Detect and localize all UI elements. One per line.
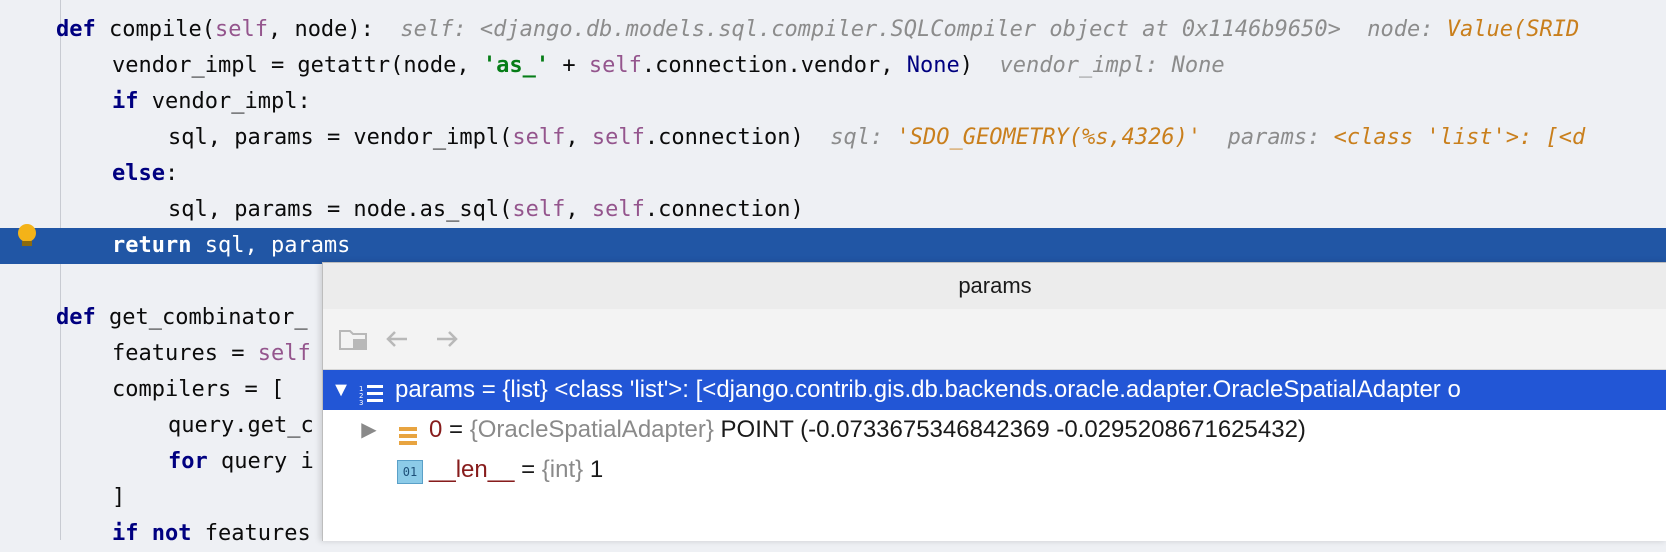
code-token: ,: [565, 125, 592, 150]
code-token: sql, params = vendor_impl(: [168, 125, 513, 150]
code-text: ]: [112, 480, 125, 516]
list-icon: 123: [359, 379, 383, 407]
inline-value-hint: <class 'list'>: [<d: [1333, 125, 1586, 150]
back-arrow-icon[interactable]: [381, 323, 413, 355]
tree-row-label: params = {list} <class 'list'>: [<django…: [395, 376, 1461, 403]
code-token: , node):: [267, 17, 401, 42]
code-token: None: [906, 53, 960, 78]
code-token: .connection.vendor,: [641, 53, 907, 78]
code-token: for: [168, 449, 208, 474]
code-token: ]: [112, 485, 126, 510]
lightbulb-base: [22, 241, 32, 246]
code-text: features = self: [112, 336, 311, 372]
code-line[interactable]: vendor_impl = getattr(node, 'as_' + self…: [0, 48, 1666, 84]
code-token: self: [214, 17, 268, 42]
code-token: self: [588, 53, 642, 78]
popup-toolbar: [323, 309, 1666, 370]
code-token: compile(: [95, 17, 215, 42]
code-token: .connection): [644, 197, 804, 222]
forward-arrow-icon[interactable]: [431, 323, 463, 355]
code-token: .connection): [644, 125, 831, 150]
code-token: self: [512, 125, 566, 150]
code-text: if vendor_impl:: [112, 84, 311, 120]
inline-value-hint: Value(SRID: [1446, 17, 1580, 42]
code-token: +: [549, 53, 589, 78]
code-token: def: [56, 17, 96, 42]
code-text: compilers = [: [112, 372, 284, 408]
code-text: if not features: [112, 516, 311, 552]
svg-text:3: 3: [359, 399, 363, 406]
inline-value-hint: 'SDO_GEOMETRY(%s,4326)': [896, 125, 1202, 150]
code-token: compilers = [: [112, 377, 285, 402]
code-text: return sql, params: [112, 228, 350, 264]
code-token: self: [591, 125, 645, 150]
code-text: for query i: [168, 444, 314, 480]
tree-row-item-0[interactable]: ▶ 0 = {OracleSpatialAdapter} POINT (-0.0…: [323, 410, 1666, 450]
lightbulb-icon[interactable]: [18, 224, 36, 242]
code-token: features =: [112, 341, 258, 366]
execution-line[interactable]: return sql, params: [0, 228, 1666, 264]
code-text: def compile(self, node): self: <django.d…: [56, 12, 1579, 48]
code-token: if not: [112, 521, 192, 546]
code-text: query.get_c: [168, 408, 314, 444]
folder-icon[interactable]: [337, 323, 369, 355]
code-token: features: [191, 521, 311, 546]
object-icon: [397, 420, 419, 445]
inline-value-hint: params:: [1201, 125, 1334, 150]
variable-popup[interactable]: params ▼ 123 params = {list} <class 'lis…: [322, 262, 1666, 541]
code-token: self: [512, 197, 566, 222]
code-token: get_combinator_: [95, 305, 308, 330]
tree-row-label: 0 = {OracleSpatialAdapter} POINT (-0.073…: [429, 416, 1306, 443]
code-line[interactable]: sql, params = vendor_impl(self, self.con…: [0, 120, 1666, 156]
code-token: else: [112, 161, 165, 186]
tree-row-len[interactable]: 01 __len__ = {int} 1: [323, 450, 1666, 490]
tree-row-label: __len__ = {int} 1: [429, 456, 604, 483]
collapse-arrow-icon[interactable]: ▶: [357, 410, 381, 450]
code-token: vendor_impl = getattr(node,: [112, 53, 483, 78]
code-line[interactable]: if vendor_impl:: [0, 84, 1666, 120]
code-token: return: [112, 233, 192, 258]
inline-value-hint: self: <django.db.models.sql.compiler.SQL…: [400, 17, 1447, 42]
code-text: def get_combinator_: [56, 300, 308, 336]
code-token: vendor_impl:: [138, 89, 311, 114]
tree-row-params[interactable]: ▼ 123 params = {list} <class 'list'>: [<…: [323, 370, 1666, 410]
code-token: ): [959, 53, 1000, 78]
code-text: sql, params = vendor_impl(self, self.con…: [168, 120, 1585, 156]
code-text: sql, params = node.as_sql(self, self.con…: [168, 192, 804, 228]
inline-value-hint: vendor_impl: None: [999, 53, 1225, 78]
code-token: if: [112, 89, 139, 114]
code-line[interactable]: sql, params = node.as_sql(self, self.con…: [0, 192, 1666, 228]
code-token: sql, params: [191, 233, 351, 258]
inline-value-hint: sql:: [830, 125, 897, 150]
code-token: ,: [565, 197, 592, 222]
int-icon: 01: [397, 460, 423, 484]
code-token: 'as_': [482, 53, 550, 78]
code-token: query i: [207, 449, 314, 474]
code-text: vendor_impl = getattr(node, 'as_' + self…: [112, 48, 1225, 84]
expand-arrow-icon[interactable]: ▼: [329, 370, 353, 410]
code-line[interactable]: def compile(self, node): self: <django.d…: [0, 12, 1666, 48]
code-token: query.get_c: [168, 413, 314, 438]
code-token: self: [257, 341, 311, 366]
code-token: self: [591, 197, 645, 222]
code-text: else:: [112, 156, 178, 192]
code-line[interactable]: else:: [0, 156, 1666, 192]
code-token: sql, params = node.as_sql(: [168, 197, 513, 222]
popup-title: params: [323, 263, 1666, 309]
code-token: def: [56, 305, 96, 330]
code-token: :: [164, 161, 179, 186]
